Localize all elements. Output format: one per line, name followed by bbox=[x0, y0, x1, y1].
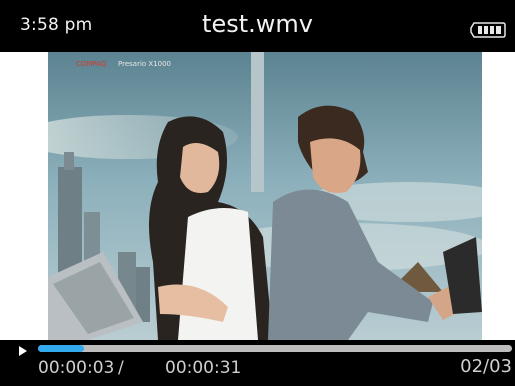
time-separator: / bbox=[118, 358, 124, 378]
playback-controls: 00:00:03 / 00:00:31 02/03 bbox=[0, 340, 515, 386]
play-icon[interactable] bbox=[19, 346, 27, 356]
battery-full-icon bbox=[470, 22, 506, 38]
elapsed-time: 00:00:03 bbox=[38, 358, 115, 378]
progress-bar[interactable] bbox=[38, 345, 512, 352]
brand-text: COMPAQ bbox=[76, 60, 107, 68]
progress-fill bbox=[38, 345, 84, 352]
video-image: COMPAQ Presario X1000 bbox=[48, 52, 482, 340]
file-index: 02/03 bbox=[460, 356, 512, 377]
model-text: Presario X1000 bbox=[118, 60, 171, 68]
video-frame[interactable]: COMPAQ Presario X1000 bbox=[48, 52, 482, 340]
file-title: test.wmv bbox=[202, 10, 313, 38]
status-bar: 3:58 pm test.wmv bbox=[0, 0, 515, 52]
duration-time: 00:00:31 bbox=[165, 358, 242, 378]
video-area[interactable]: COMPAQ Presario X1000 bbox=[0, 52, 515, 340]
